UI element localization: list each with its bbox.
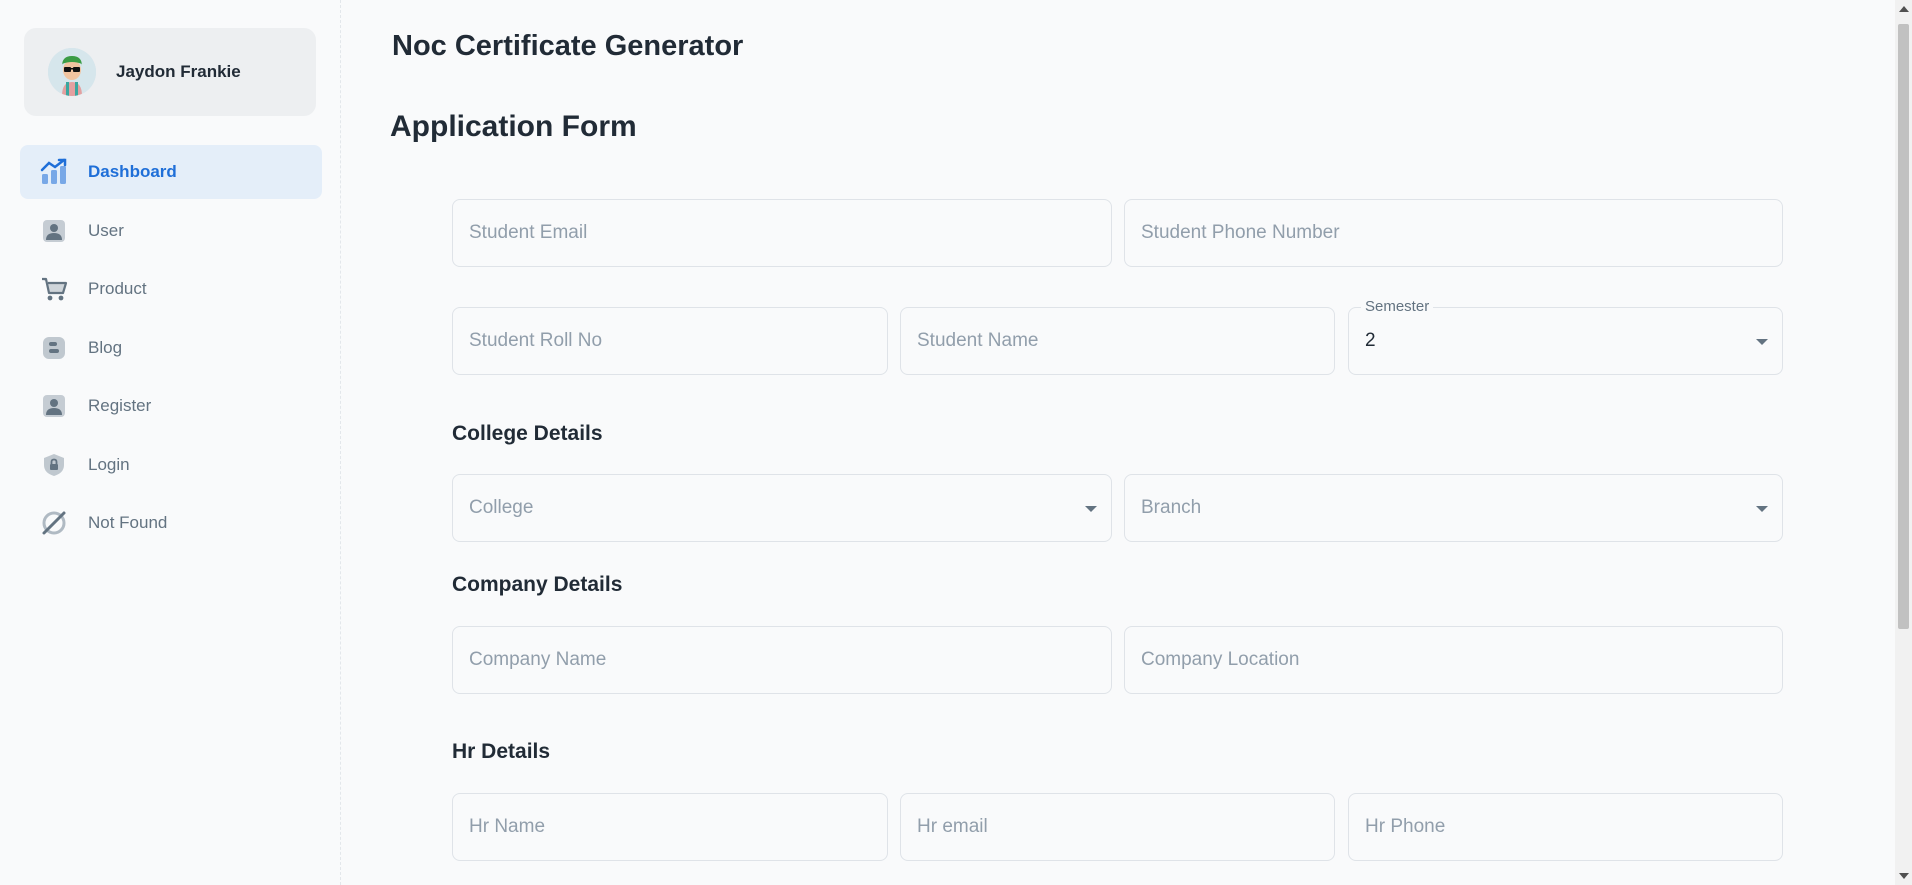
- college-placeholder: College: [469, 497, 534, 518]
- vertical-scrollbar[interactable]: [1895, 0, 1912, 885]
- sidebar-item-label: Blog: [88, 337, 123, 357]
- hr-name-input[interactable]: [453, 794, 887, 860]
- sidebar-item-blog[interactable]: Blog: [20, 321, 322, 375]
- scroll-thumb[interactable]: [1898, 24, 1909, 629]
- student-roll-field: [452, 307, 888, 375]
- account-card[interactable]: Jaydon Frankie: [24, 28, 316, 116]
- company-details-heading: Company Details: [452, 573, 623, 596]
- sidebar-item-register[interactable]: Register: [20, 379, 322, 433]
- branch-select[interactable]: Branch: [1124, 474, 1783, 542]
- sidebar-item-not-found[interactable]: Not Found: [20, 496, 322, 550]
- semester-select[interactable]: Semester 2: [1348, 298, 1783, 375]
- company-location-field: [1124, 626, 1783, 694]
- analytics-icon: [40, 158, 68, 186]
- page-title: Noc Certificate Generator: [392, 30, 744, 62]
- form-title: Application Form: [390, 110, 637, 143]
- semester-label: Semester: [1361, 298, 1434, 315]
- avatar-icon: [48, 48, 96, 96]
- student-name-field: [900, 307, 1335, 375]
- hr-email-input[interactable]: [901, 794, 1334, 860]
- sidebar-item-dashboard[interactable]: Dashboard: [20, 145, 322, 199]
- sidebar-item-label: Not Found: [88, 513, 168, 532]
- chevron-down-icon: [1756, 506, 1768, 512]
- account-name: Jaydon Frankie: [116, 62, 241, 81]
- chevron-down-icon: [1756, 339, 1768, 345]
- company-name-input[interactable]: [453, 627, 1111, 693]
- disabled-icon: [40, 509, 68, 537]
- company-name-field: [452, 626, 1112, 694]
- student-phone-input[interactable]: [1125, 200, 1782, 266]
- sidebar-item-product[interactable]: Product: [20, 262, 322, 316]
- sidebar: Jaydon Frankie Dashboard User Product Bl…: [0, 0, 341, 885]
- sidebar-item-label: Register: [88, 396, 152, 415]
- semester-value: 2: [1365, 330, 1376, 351]
- student-phone-field: [1124, 199, 1783, 267]
- sidebar-item-label: Dashboard: [88, 162, 177, 181]
- chevron-down-icon: [1085, 506, 1097, 512]
- hr-name-field: [452, 793, 888, 861]
- sidebar-item-label: Login: [88, 454, 130, 474]
- user-icon: [40, 392, 68, 420]
- hr-details-heading: Hr Details: [452, 740, 551, 763]
- sidebar-item-user[interactable]: User: [20, 204, 322, 258]
- lock-icon: [40, 451, 68, 479]
- college-select[interactable]: College: [452, 474, 1112, 542]
- scroll-up-icon[interactable]: [1899, 6, 1909, 12]
- sidebar-item-label: User: [88, 220, 124, 240]
- company-location-input[interactable]: [1125, 627, 1782, 693]
- user-icon: [40, 217, 68, 245]
- sidebar-item-login[interactable]: Login: [20, 438, 322, 492]
- student-name-input[interactable]: [901, 308, 1334, 374]
- avatar: [48, 48, 96, 96]
- hr-phone-input[interactable]: [1349, 794, 1782, 860]
- scroll-down-icon[interactable]: [1899, 873, 1909, 879]
- cart-icon: [40, 275, 68, 303]
- sidebar-item-label: Product: [88, 279, 147, 298]
- student-roll-input[interactable]: [453, 308, 887, 374]
- student-email-field: [452, 199, 1112, 267]
- blog-icon: [40, 334, 68, 362]
- college-details-heading: College Details: [452, 422, 603, 445]
- branch-placeholder: Branch: [1141, 497, 1202, 518]
- sidebar-nav: Dashboard User Product Blog Register Log…: [20, 145, 322, 555]
- hr-phone-field: [1348, 793, 1783, 861]
- hr-email-field: [900, 793, 1335, 861]
- student-email-input[interactable]: [453, 200, 1111, 266]
